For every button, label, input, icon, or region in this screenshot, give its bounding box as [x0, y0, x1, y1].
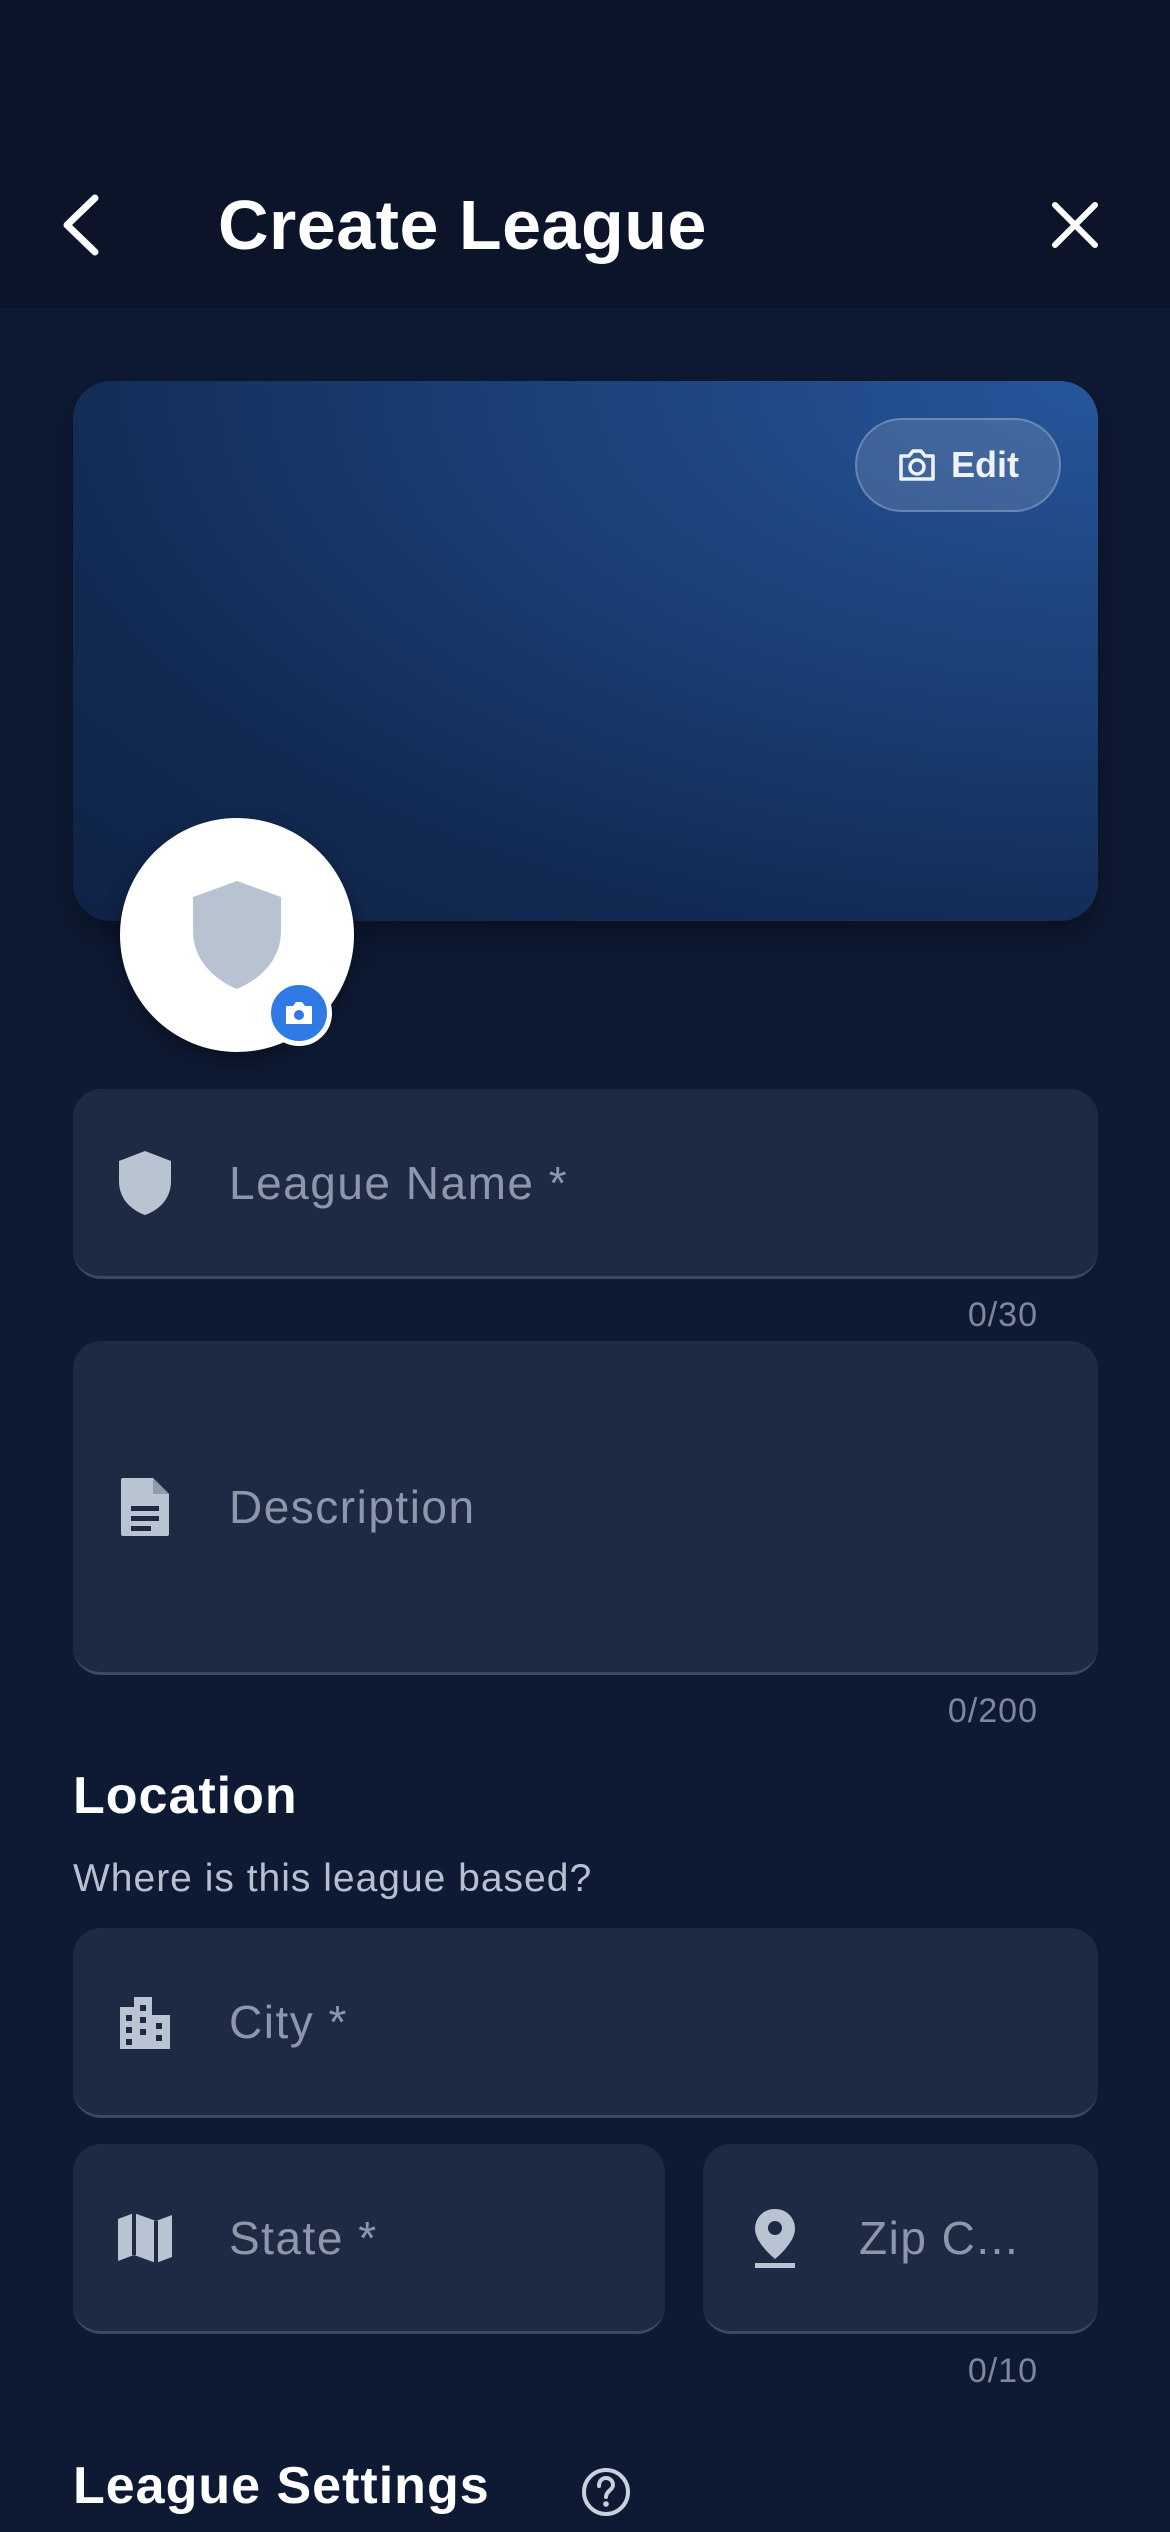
location-pin-icon [743, 2206, 807, 2270]
state-placeholder: State * [229, 2211, 378, 2264]
document-icon [113, 1475, 177, 1539]
close-icon [1052, 202, 1098, 248]
description-counter: 0/200 [947, 1692, 1038, 1730]
avatar-camera-button[interactable] [266, 980, 332, 1046]
league-name-field[interactable]: League Name * [73, 1089, 1098, 1279]
chevron-left-icon [63, 194, 99, 256]
city-placeholder: City * [229, 1995, 348, 2048]
close-button[interactable] [1045, 195, 1105, 255]
help-circle-icon [582, 2468, 630, 2516]
zip-code-placeholder: Zip C... [859, 2211, 1020, 2264]
shield-icon [193, 881, 281, 989]
edit-label: Edit [951, 444, 1019, 485]
description-field[interactable]: Description [73, 1341, 1098, 1675]
edit-banner-button[interactable]: Edit [855, 418, 1061, 512]
zip-code-field[interactable]: Zip C... [703, 2144, 1098, 2334]
league-name-counter: 0/30 [967, 1296, 1038, 1334]
league-settings-title: League Settings [73, 2457, 490, 2515]
back-button[interactable] [55, 190, 115, 260]
state-field[interactable]: State * [73, 2144, 665, 2334]
page-title: Create League [218, 186, 707, 264]
camera-icon [899, 449, 935, 481]
location-subtitle: Where is this league based? [73, 1857, 593, 1900]
map-icon [113, 2206, 177, 2270]
shield-icon [113, 1150, 177, 1215]
camera-icon [286, 1002, 312, 1024]
location-title: Location [73, 1767, 298, 1825]
description-placeholder: Description [229, 1480, 476, 1533]
app-header: Create League [0, 0, 1170, 308]
zip-code-counter: 0/10 [967, 2352, 1038, 2390]
create-league-screen: Create League Edit League Name * 0/30 De… [0, 0, 1170, 2532]
help-button[interactable] [580, 2466, 632, 2518]
league-name-placeholder: League Name * [229, 1156, 569, 1209]
building-icon [113, 1990, 177, 2054]
city-field[interactable]: City * [73, 1928, 1098, 2118]
